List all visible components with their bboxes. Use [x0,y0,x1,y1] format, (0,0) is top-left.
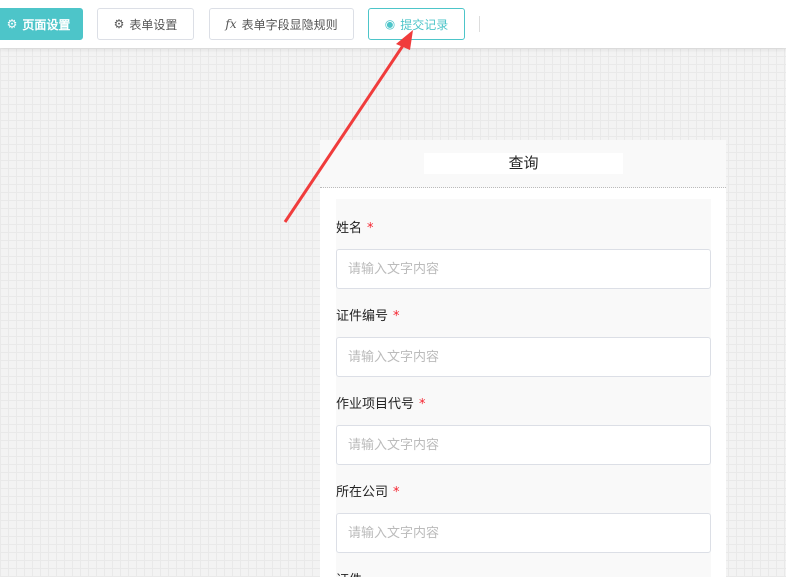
fx-icon: fx [225,17,237,31]
field-project-code: 作业项目代号 * [336,395,711,465]
form-header: 查询 [320,140,726,188]
required-mark: * [419,397,426,412]
project-code-input[interactable] [336,425,711,465]
gear-icon: ⚙ [113,17,125,31]
company-input[interactable] [336,513,711,553]
required-mark: * [367,221,374,236]
field-label: 证件 [336,573,362,577]
field-label: 所在公司 [336,485,389,500]
submission-records-button[interactable]: ◉ 提交记录 [368,8,465,40]
form-panel: 查询 姓名 * 证件编号 * 作业项目代号 * 所在公司 * 证件 [320,140,726,577]
toolbar: ⚙ 页面设置 ⚙ 表单设置 fx 表单字段显隐规则 ◉ 提交记录 [0,0,786,48]
name-input[interactable] [336,249,711,289]
form-title: 查询 [424,153,623,174]
field-company: 所在公司 * [336,483,711,553]
field-label: 证件编号 [336,309,389,324]
field-label: 作业项目代号 [336,397,415,412]
field-visibility-rules-button[interactable]: fx 表单字段显隐规则 [209,8,354,40]
toolbar-divider [479,16,480,32]
required-mark: * [393,309,400,324]
gear-icon: ⚙ [6,17,18,31]
id-number-input[interactable] [336,337,711,377]
eye-icon: ◉ [384,17,396,31]
field-certificate: 证件 [336,571,711,577]
field-id-number: 证件编号 * [336,307,711,377]
field-name: 姓名 * [336,219,711,289]
form-settings-button[interactable]: ⚙ 表单设置 [97,8,194,40]
field-label: 姓名 [336,221,363,236]
page-settings-button[interactable]: ⚙ 页面设置 [0,8,83,40]
required-mark: * [393,485,400,500]
form-body: 姓名 * 证件编号 * 作业项目代号 * 所在公司 * 证件 [336,199,711,577]
